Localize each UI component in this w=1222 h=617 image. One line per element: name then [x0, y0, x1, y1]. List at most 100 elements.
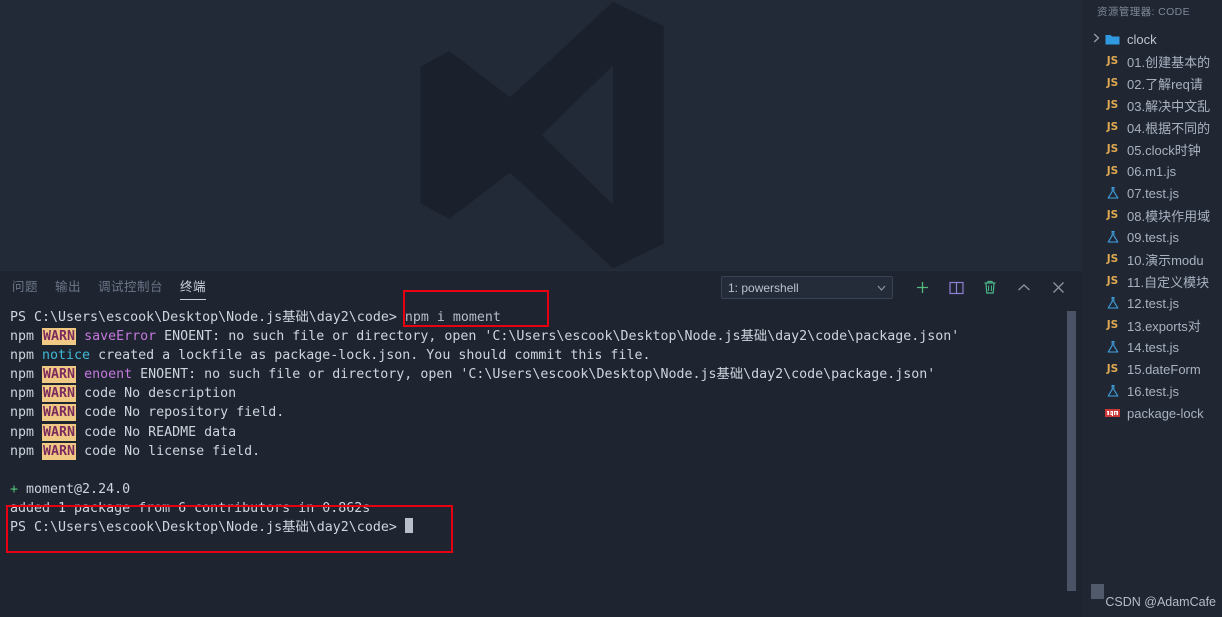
terminal-text: PS C:\Users\escook\Desktop\Node.js基础\day…: [10, 520, 405, 536]
tree-item-label: package-lock: [1127, 405, 1204, 421]
terminal-text: added 1 package from 6 contributors in 0…: [10, 500, 371, 516]
tree-item-label: 02.了解req请: [1127, 76, 1203, 92]
terminal-text: npm: [10, 386, 43, 402]
new-terminal-button[interactable]: [909, 275, 935, 301]
vscode-logo-watermark: [419, 1, 664, 269]
terminal-text: enoent: [84, 367, 133, 383]
tree-file-row[interactable]: 12.test.js: [1083, 292, 1222, 314]
terminal-instance-select[interactable]: 1: powershell: [721, 276, 893, 299]
tree-item-label: 04.根据不同的: [1127, 120, 1211, 136]
terminal-text: ENOENT: no such file or directory, open …: [132, 367, 936, 383]
terminal-text: code No license field.: [76, 443, 261, 459]
terminal-text: saveError: [84, 329, 157, 345]
terminal-text: code No description: [76, 386, 237, 402]
terminal-text: WARN: [42, 328, 77, 346]
tree-file-row[interactable]: JS 06.m1.js: [1083, 160, 1222, 182]
terminal-text: npm: [10, 329, 43, 345]
tree-file-row[interactable]: JS 08.模块作用域: [1083, 204, 1222, 226]
close-panel-button[interactable]: [1045, 275, 1071, 301]
watermark-square: [1091, 584, 1104, 599]
explorer-file-tree: clock JS 01.创建基本的 JS 02.了解req请 JS 03.解决中文乱 JS 04…: [1083, 22, 1222, 424]
tree-item-label: 01.创建基本的: [1127, 54, 1211, 70]
folder-icon: [1103, 33, 1122, 46]
tree-file-row[interactable]: JS 03.解决中文乱: [1083, 94, 1222, 116]
terminal-text: +: [10, 481, 27, 497]
terminal-line-notice-lockfile: npm notice created a lockfile as package…: [10, 346, 1083, 365]
tree-file-row[interactable]: JS 11.自定义模块: [1083, 270, 1222, 292]
tree-item-label: 13.exports对: [1127, 318, 1201, 334]
terminal-text: notice: [42, 348, 91, 364]
terminal-line-warn-no-readme: npm WARN code No README data: [10, 423, 1083, 442]
terminal-line-warn-saveerror: npm WARN saveError ENOENT: no such file …: [10, 327, 1083, 346]
js-file-icon: JS: [1106, 55, 1119, 67]
panel-header: 问题 输出 调试控制台 终端 1: powershell: [0, 271, 1083, 304]
vscode-window: 问题 输出 调试控制台 终端 1: powershell PS C:\Users…: [0, 0, 1222, 617]
tree-file-row[interactable]: JS 01.创建基本的: [1083, 50, 1222, 72]
terminal-line-added-summary: added 1 package from 6 contributors in 0…: [10, 499, 1083, 518]
js-file-icon: JS: [1106, 165, 1119, 177]
tree-file-row[interactable]: JS 10.演示modu: [1083, 248, 1222, 270]
terminal-line-warn-no-description: npm WARN code No description: [10, 384, 1083, 403]
tree-file-row[interactable]: JS 15.dateForm: [1083, 358, 1222, 380]
editor-area: [0, 0, 1083, 270]
terminal-text: npm: [10, 405, 43, 421]
tab-terminal[interactable]: 终端: [180, 271, 207, 304]
panel-actions: 1: powershell: [721, 271, 1075, 304]
tree-file-row[interactable]: JS 02.了解req请: [1083, 72, 1222, 94]
tree-folder-row[interactable]: clock: [1083, 28, 1222, 50]
split-terminal-button[interactable]: [943, 275, 969, 301]
tree-item-label: 07.test.js: [1127, 185, 1180, 201]
npm-icon: [1103, 409, 1122, 417]
js-file-icon: JS: [1106, 121, 1119, 133]
tree-item-label: 03.解决中文乱: [1127, 98, 1211, 114]
tab-problems[interactable]: 问题: [12, 271, 38, 304]
tree-item-label: clock: [1127, 31, 1157, 47]
tree-item-label: 15.dateForm: [1127, 361, 1201, 377]
close-icon: [1052, 282, 1064, 293]
terminal-line-blank-1: [10, 461, 1083, 480]
test-flask-icon: [1103, 230, 1122, 244]
csdn-watermark: CSDN @AdamCafe: [1105, 595, 1216, 609]
js-file-icon: JS: [1106, 143, 1119, 155]
js-file-icon: JS: [1106, 363, 1119, 375]
terminal-text: PS C:\Users\escook\Desktop\Node.js基础\day…: [10, 310, 405, 325]
terminal-output[interactable]: PS C:\Users\escook\Desktop\Node.js基础\day…: [0, 304, 1083, 617]
tree-file-row[interactable]: 16.test.js: [1083, 380, 1222, 402]
maximize-panel-button[interactable]: [1011, 275, 1037, 301]
terminal-text: WARN: [42, 404, 77, 422]
tree-file-row[interactable]: JS 13.exports对: [1083, 314, 1222, 336]
tab-output[interactable]: 输出: [55, 271, 81, 304]
tree-item-label: 12.test.js: [1127, 295, 1180, 311]
tree-file-row[interactable]: 14.test.js: [1083, 336, 1222, 358]
terminal-scrollbar[interactable]: [1067, 311, 1076, 591]
tree-file-row[interactable]: JS 04.根据不同的: [1083, 116, 1222, 138]
terminal-text: ENOENT: no such file or directory, open …: [156, 329, 960, 345]
test-flask-icon: [1103, 384, 1122, 398]
chevron-down-icon: [877, 283, 886, 293]
panel-tab-list: 问题 输出 调试控制台 终端: [12, 271, 207, 304]
tree-file-row[interactable]: 09.test.js: [1083, 226, 1222, 248]
tree-file-row[interactable]: 07.test.js: [1083, 182, 1222, 204]
terminal-text: WARN: [42, 442, 77, 460]
terminal-text: moment@2.24.0: [26, 481, 131, 497]
tree-file-row[interactable]: package-lock: [1083, 402, 1222, 424]
chevron-right-icon[interactable]: [1089, 33, 1103, 45]
terminal-line-installed-package: + moment@2.24.0: [10, 480, 1083, 499]
terminal-text: code No README data: [76, 424, 237, 440]
kill-terminal-button[interactable]: [977, 275, 1003, 301]
terminal-text: npm: [10, 367, 43, 383]
tree-item-label: 16.test.js: [1127, 383, 1180, 399]
terminal-text: WARN: [42, 423, 77, 441]
test-flask-icon: [1103, 340, 1122, 354]
tree-file-row[interactable]: JS 05.clock时钟: [1083, 138, 1222, 160]
terminal-text: code No repository field.: [76, 405, 285, 421]
terminal-cursor: [404, 518, 413, 534]
js-file-icon: JS: [1106, 99, 1119, 111]
chevron-up-icon: [1018, 283, 1030, 290]
tree-item-label: 14.test.js: [1127, 339, 1180, 355]
terminal-text: npm i moment: [404, 310, 501, 325]
tab-debug-console[interactable]: 调试控制台: [98, 271, 163, 304]
terminal-text: WARN: [42, 385, 77, 403]
